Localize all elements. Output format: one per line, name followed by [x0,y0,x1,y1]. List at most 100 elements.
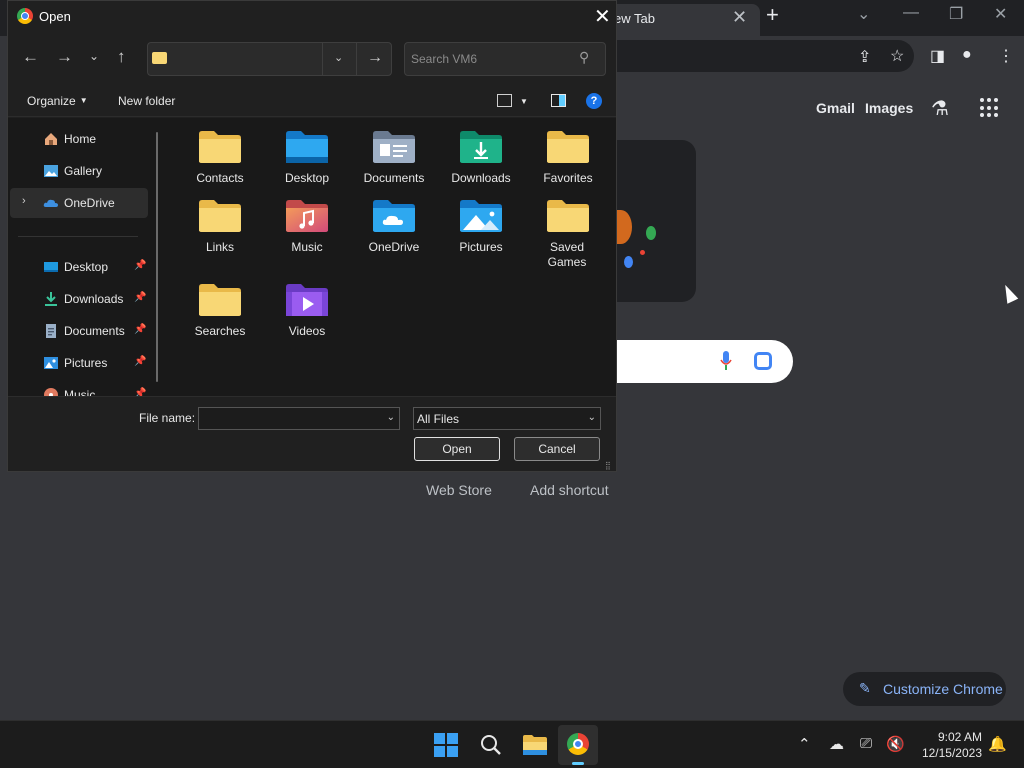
folder-downloads[interactable]: Downloads [438,130,522,202]
images-link[interactable]: Images [865,100,913,116]
folder-icon [199,284,241,316]
file-name-combobox[interactable]: ⌄ [198,407,400,430]
folder-saved-games[interactable]: Saved Games [525,199,609,271]
nav-item-documents[interactable]: Documents 📌 [10,316,148,346]
folder-favorites[interactable]: Favorites [525,130,609,202]
nav-item-music[interactable]: Music 📌 [10,380,148,396]
taskbar-clock[interactable]: 9:02 AM 12/15/2023 [910,729,982,761]
nav-item-desktop[interactable]: Desktop 📌 [10,252,148,282]
downloads-folder-icon [460,131,502,163]
folder-label: Contacts [196,171,244,185]
minimize-icon[interactable]: — [903,4,919,22]
google-lens-icon[interactable] [754,352,772,370]
caret-down-icon: ▼ [79,96,88,105]
chevron-down-icon[interactable]: ⌄ [387,412,395,423]
pin-icon[interactable]: 📌 [134,388,146,396]
folder-label: Videos [288,324,326,338]
voice-search-mic-icon[interactable] [720,351,732,371]
help-icon[interactable]: ? [586,93,602,109]
search-input[interactable] [411,49,571,69]
folder-label: Music [291,240,323,254]
tab-search-chevron-icon[interactable]: ⌄ [857,4,870,24]
gmail-link[interactable]: Gmail [816,100,855,116]
forward-arrow-icon[interactable]: → [56,47,73,67]
omnibox[interactable]: ⇪ ☆ [600,40,914,72]
nav-item-onedrive[interactable]: › OneDrive [10,188,148,218]
show-hidden-icons-chevron-icon[interactable]: ⌃ [798,735,811,753]
pin-icon[interactable]: 📌 [134,356,146,367]
folder-pictures[interactable]: Pictures [438,199,522,271]
folder-searches[interactable]: Searches [177,283,261,355]
resize-grip-icon[interactable]: ⣿ [605,461,611,470]
taskbar-chrome[interactable] [558,725,598,765]
view-options-caret-icon[interactable]: ▼ [520,97,528,106]
open-button[interactable]: Open [414,437,500,461]
documents-folder-icon [373,131,415,163]
nav-item-label: Home [64,132,97,146]
recent-locations-chevron-icon[interactable]: ⌄ [89,49,99,63]
search-icon [481,735,501,755]
tab-close-icon[interactable]: ✕ [732,7,747,28]
address-go-button[interactable]: → [356,43,392,75]
back-arrow-icon[interactable]: ← [22,47,39,67]
taskbar-file-explorer[interactable] [514,725,554,765]
nav-item-home[interactable]: Home [10,124,148,154]
new-tab-plus-icon[interactable]: + [766,2,779,28]
start-button[interactable] [426,725,466,765]
folder-desktop[interactable]: Desktop [264,130,348,202]
open-file-dialog: Open ✕ ← → ⌄ ↑ ⌄ → ⚲ Organize▼ New folde… [7,0,617,472]
onedrive-offline-icon[interactable]: ☁ [829,735,844,753]
nav-item-downloads[interactable]: Downloads 📌 [10,284,148,314]
search-icon[interactable]: ⚲ [579,49,589,66]
folder-documents[interactable]: Documents [351,130,435,202]
arrow-right-icon: → [367,49,383,66]
folder-links[interactable]: Links [177,199,261,271]
pencil-icon: ✎ [859,680,871,696]
nav-item-gallery[interactable]: Gallery [10,156,148,186]
folder-label: Searches [194,324,246,338]
nav-item-pictures[interactable]: Pictures 📌 [10,348,148,378]
nav-pane-scrollbar[interactable] [156,132,158,382]
address-dropdown-button[interactable]: ⌄ [322,43,356,75]
change-view-icon[interactable] [497,94,512,107]
preview-pane-icon[interactable] [551,94,566,107]
nav-item-label: OneDrive [64,196,115,210]
taskbar-search-button[interactable] [470,725,510,765]
shortcut-add[interactable]: Add shortcut [530,482,609,498]
folder-contacts[interactable]: Contacts [177,130,261,202]
file-type-select[interactable]: All Files ⌄ [413,407,601,430]
labs-flask-icon[interactable]: ⚗ [931,96,949,121]
up-arrow-icon[interactable]: ↑ [117,47,126,67]
volume-muted-icon[interactable]: 🔇 [886,735,905,753]
network-icon[interactable]: ⎚ [860,735,872,752]
pin-icon[interactable]: 📌 [134,292,146,303]
window-close-icon[interactable]: ✕ [994,4,1007,24]
restore-icon[interactable]: ❐ [949,4,963,24]
tab-new-tab[interactable]: ew Tab ✕ [600,4,760,36]
nav-item-label: Desktop [64,260,109,274]
search-box[interactable]: ⚲ [404,42,606,76]
address-bar[interactable]: ⌄ → [147,42,392,76]
notification-bell-icon[interactable]: 🔔 [988,735,1007,753]
tab-title: ew Tab [614,11,655,26]
bookmark-star-icon[interactable]: ☆ [890,46,904,66]
folder-music[interactable]: Music [264,199,348,271]
folder-onedrive[interactable]: OneDrive [351,199,435,271]
profile-icon[interactable]: ● [962,46,972,64]
expand-chevron-icon[interactable]: › [22,195,26,207]
cancel-button[interactable]: Cancel [514,437,600,461]
google-apps-icon[interactable] [980,98,1000,118]
new-folder-button[interactable]: New folder [118,94,175,108]
folder-videos[interactable]: Videos [264,283,348,355]
shortcut-web-store[interactable]: Web Store [426,482,492,498]
windows-logo-icon [434,733,458,757]
organize-button[interactable]: Organize ▼ [27,94,88,108]
side-panel-icon[interactable]: ◨ [930,46,945,66]
pin-icon[interactable]: 📌 [134,260,146,271]
file-name-input[interactable] [203,410,373,427]
pin-icon[interactable]: 📌 [134,324,146,335]
share-icon[interactable]: ⇪ [858,47,871,67]
dialog-close-icon[interactable]: ✕ [594,4,611,29]
chrome-menu-icon[interactable]: ⋮ [998,46,1014,66]
customize-chrome-button[interactable]: ✎ Customize Chrome [843,672,1006,706]
